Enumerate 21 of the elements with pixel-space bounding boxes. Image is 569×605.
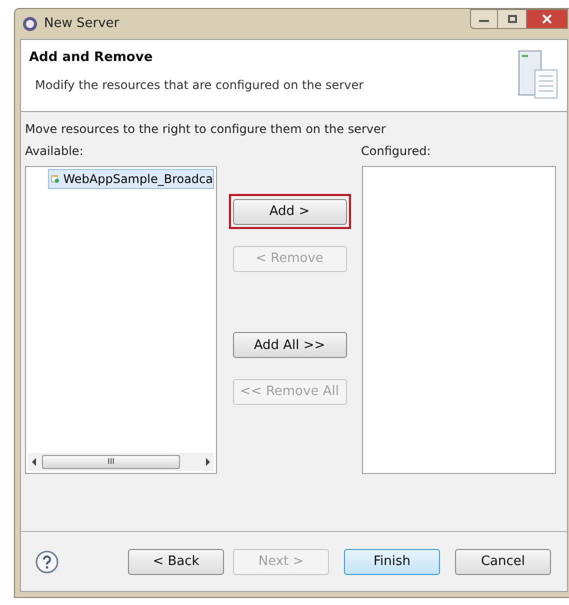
dialog-button[interactable]: Add All >> <box>232 332 346 358</box>
window-title: New Server <box>44 15 120 34</box>
scroll-right-icon[interactable] <box>206 458 210 466</box>
maximize-icon[interactable] <box>498 9 526 29</box>
dialog-button[interactable]: Cancel <box>455 548 551 575</box>
help-icon[interactable] <box>35 550 59 574</box>
list-label: Available: <box>25 143 84 160</box>
scroll-thumb[interactable]: III <box>42 455 180 469</box>
dialog-button[interactable]: Finish <box>344 548 440 575</box>
close-icon[interactable] <box>526 9 568 29</box>
horizontal-scrollbar[interactable]: III <box>28 453 214 471</box>
web-project-icon <box>51 172 60 186</box>
page-title: Add and Remove <box>29 49 154 67</box>
minimize-icon[interactable] <box>470 9 498 29</box>
dialog-button[interactable]: < Back <box>128 548 224 575</box>
list-item[interactable]: WebAppSample_Broadca <box>48 169 214 189</box>
page-description: Modify the resources that are configured on the server <box>34 76 364 94</box>
dialog-button[interactable]: Add > <box>232 198 346 225</box>
scroll-left-icon[interactable] <box>32 458 36 466</box>
list-label: Configured: <box>361 143 431 160</box>
instruction-text: Move resources to the right to configure them on the server <box>25 121 387 138</box>
